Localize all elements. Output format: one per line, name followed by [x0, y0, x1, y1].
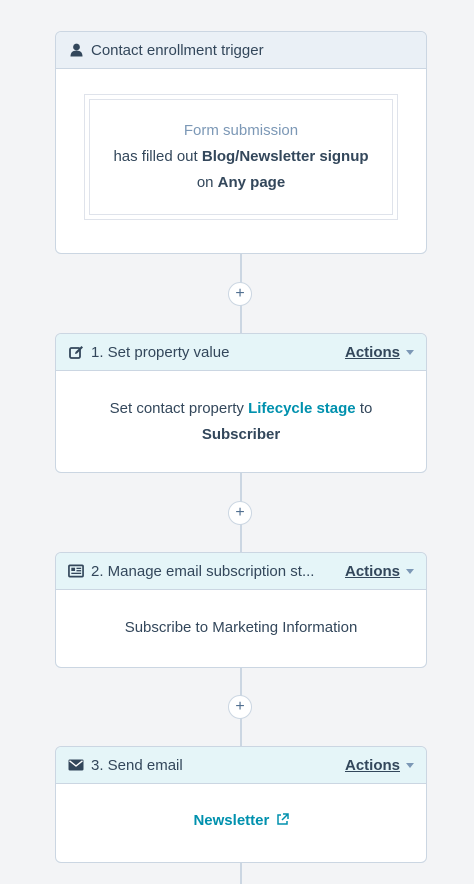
- actions-label: Actions: [344, 343, 400, 361]
- add-action-button[interactable]: +: [228, 501, 252, 525]
- filter-type-label: Form submission: [183, 122, 299, 139]
- body-suffix: to: [359, 400, 373, 417]
- subscription-text: Subscribe to Marketing Information: [124, 619, 358, 636]
- filter-criteria-line: has filled out Blog/Newsletter signup: [100, 144, 382, 170]
- action-card-header: 2. Manage email subscription st... Actio…: [56, 553, 426, 590]
- action-card-send-email[interactable]: 3. Send email Actions Newsletter: [55, 746, 427, 863]
- trigger-filter-box[interactable]: Form submission has filled out Blog/News…: [84, 94, 398, 220]
- lifecycle-stage-link[interactable]: Lifecycle stage: [248, 400, 356, 417]
- property-value: Subscriber: [201, 426, 281, 443]
- caret-down-icon: [406, 349, 414, 355]
- edit-icon: [68, 344, 84, 360]
- newsletter-email-link[interactable]: Newsletter: [193, 812, 289, 829]
- action-title: 1. Set property value: [91, 343, 230, 361]
- newspaper-icon: [68, 563, 84, 579]
- action-body: Newsletter: [56, 784, 426, 835]
- action-card-header: 1. Set property value Actions: [56, 334, 426, 371]
- caret-down-icon: [406, 568, 414, 574]
- trigger-card-header: Contact enrollment trigger: [56, 32, 426, 69]
- filter-page-line: on Any page: [100, 170, 382, 196]
- action-title: 3. Send email: [91, 756, 183, 774]
- person-icon: [68, 42, 84, 58]
- add-action-button[interactable]: +: [228, 695, 252, 719]
- form-name: Blog/Newsletter signup: [201, 148, 369, 165]
- action-card-header: 3. Send email Actions: [56, 747, 426, 784]
- page-name: Any page: [217, 174, 286, 191]
- caret-down-icon: [406, 762, 414, 768]
- action-card-set-property[interactable]: 1. Set property value Actions Set contac…: [55, 333, 427, 473]
- trigger-title: Contact enrollment trigger: [91, 41, 264, 59]
- external-link-icon: [276, 809, 289, 835]
- add-action-button[interactable]: +: [228, 282, 252, 306]
- body-prefix: Set contact property: [109, 400, 244, 417]
- actions-label: Actions: [344, 562, 400, 580]
- action-body: Subscribe to Marketing Information: [56, 590, 426, 641]
- actions-dropdown[interactable]: Actions: [345, 563, 414, 580]
- connector-line: [240, 861, 242, 884]
- action-body: Set contact property Lifecycle stage to …: [56, 371, 426, 448]
- actions-dropdown[interactable]: Actions: [345, 344, 414, 361]
- filter-prefix: has filled out: [113, 148, 198, 165]
- enrollment-trigger-card[interactable]: Contact enrollment trigger Form submissi…: [55, 31, 427, 254]
- page-prefix: on: [196, 174, 214, 191]
- actions-label: Actions: [344, 756, 400, 774]
- envelope-icon: [68, 757, 84, 773]
- action-card-manage-subscription[interactable]: 2. Manage email subscription st... Actio…: [55, 552, 427, 668]
- action-title: 2. Manage email subscription st...: [91, 562, 315, 580]
- actions-dropdown[interactable]: Actions: [345, 757, 414, 774]
- newsletter-label: Newsletter: [193, 812, 270, 829]
